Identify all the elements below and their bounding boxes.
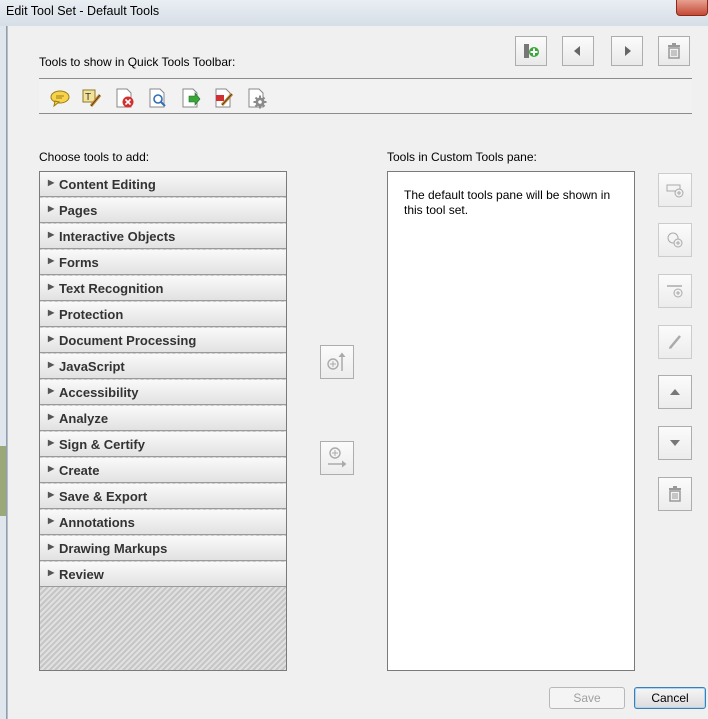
expand-arrow-icon: ▶: [48, 178, 55, 187]
category-accessibility[interactable]: ▶ Accessibility: [40, 380, 286, 405]
window-border: [0, 26, 6, 719]
expand-arrow-icon: ▶: [48, 438, 55, 447]
quick-tools-label: Tools to show in Quick Tools Toolbar:: [39, 55, 236, 69]
arrow-right-icon: [625, 46, 631, 56]
trash-icon: [669, 486, 681, 502]
trash-icon: [668, 43, 680, 59]
expand-arrow-icon: ▶: [48, 516, 55, 525]
expand-arrow-icon: ▶: [48, 334, 55, 343]
add-up-icon: [327, 352, 346, 371]
category-review[interactable]: ▶ Review: [40, 562, 286, 587]
category-analyze[interactable]: ▶ Analyze: [40, 406, 286, 431]
category-drawing-markups[interactable]: ▶ Drawing Markups: [40, 536, 286, 561]
default-pane-message: The default tools pane will be shown in …: [404, 188, 611, 217]
category-text-recognition[interactable]: ▶ Text Recognition: [40, 276, 286, 301]
category-protection[interactable]: ▶ Protection: [40, 302, 286, 327]
delete-custom-tool-button[interactable]: [658, 477, 692, 511]
category-javascript[interactable]: ▶ JavaScript: [40, 354, 286, 379]
add-divider-icon: [667, 285, 683, 298]
move-left-button[interactable]: [562, 36, 594, 66]
delete-quick-tool-button[interactable]: [658, 36, 690, 66]
expand-arrow-icon: ▶: [48, 308, 55, 317]
title-bar: Edit Tool Set - Default Tools: [0, 0, 708, 26]
tool-categories-list: ▶ Content Editing ▶ Pages ▶ Interactive Obj…: [39, 171, 287, 671]
expand-arrow-icon: ▶: [48, 568, 55, 577]
custom-tools-pane: The default tools pane will be shown in …: [387, 171, 635, 671]
add-right-icon: [328, 447, 347, 468]
expand-arrow-icon: ▶: [48, 464, 55, 473]
settings-icon[interactable]: [246, 87, 268, 109]
window-title: Edit Tool Set - Default Tools: [6, 4, 160, 18]
window-close-button[interactable]: [676, 0, 708, 16]
add-to-custom-pane-button[interactable]: [320, 441, 354, 475]
expand-arrow-icon: ▶: [48, 386, 55, 395]
expand-arrow-icon: ▶: [48, 360, 55, 369]
move-up-button[interactable]: [658, 375, 692, 409]
pencil-icon: [669, 335, 681, 349]
add-to-quick-tools-button[interactable]: [515, 36, 547, 66]
category-pages[interactable]: ▶ Pages: [40, 198, 286, 223]
expand-arrow-icon: ▶: [48, 490, 55, 499]
add-divider-button[interactable]: [658, 274, 692, 308]
add-panel-icon: [666, 184, 684, 198]
quick-tools-bar: T: [39, 78, 692, 114]
category-create[interactable]: ▶ Create: [40, 458, 286, 483]
custom-pane-label: Tools in Custom Tools pane:: [387, 150, 537, 164]
svg-text:T: T: [85, 92, 91, 103]
add-tool-icon: [524, 44, 539, 58]
delete-icon[interactable]: [114, 87, 136, 109]
arrow-up-icon: [670, 389, 680, 395]
save-button[interactable]: Save: [549, 687, 625, 709]
expand-arrow-icon: ▶: [48, 282, 55, 291]
expand-arrow-icon: ▶: [48, 256, 55, 265]
category-save-export[interactable]: ▶ Save & Export: [40, 484, 286, 509]
add-tool-to-panel-button[interactable]: [658, 223, 692, 257]
arrow-left-icon: [574, 46, 580, 56]
comment-icon[interactable]: [49, 87, 71, 109]
expand-arrow-icon: ▶: [48, 412, 55, 421]
choose-tools-label: Choose tools to add:: [39, 150, 150, 164]
category-document-processing[interactable]: ▶ Document Processing: [40, 328, 286, 353]
arrow-down-icon: [670, 440, 680, 446]
category-forms[interactable]: ▶ Forms: [40, 250, 286, 275]
category-content-editing[interactable]: ▶ Content Editing: [40, 172, 286, 197]
export-icon[interactable]: [180, 87, 202, 109]
dialog-body: Tools to show in Quick Tools Toolbar: T: [7, 26, 708, 719]
edit-pdf-icon[interactable]: [213, 87, 235, 109]
add-panel-button[interactable]: [658, 173, 692, 207]
add-circle-icon: [667, 232, 683, 248]
edit-text-icon[interactable]: T: [81, 87, 103, 109]
move-down-button[interactable]: [658, 426, 692, 460]
cancel-button[interactable]: Cancel: [634, 687, 706, 709]
add-to-quick-tools-toolbar-button[interactable]: [320, 345, 354, 379]
expand-arrow-icon: ▶: [48, 230, 55, 239]
expand-arrow-icon: ▶: [48, 542, 55, 551]
search-icon[interactable]: [147, 87, 169, 109]
rename-button[interactable]: [658, 325, 692, 359]
category-interactive-objects[interactable]: ▶ Interactive Objects: [40, 224, 286, 249]
category-sign-certify[interactable]: ▶ Sign & Certify: [40, 432, 286, 457]
move-right-button[interactable]: [611, 36, 643, 66]
category-annotations[interactable]: ▶ Annotations: [40, 510, 286, 535]
expand-arrow-icon: ▶: [48, 204, 55, 213]
